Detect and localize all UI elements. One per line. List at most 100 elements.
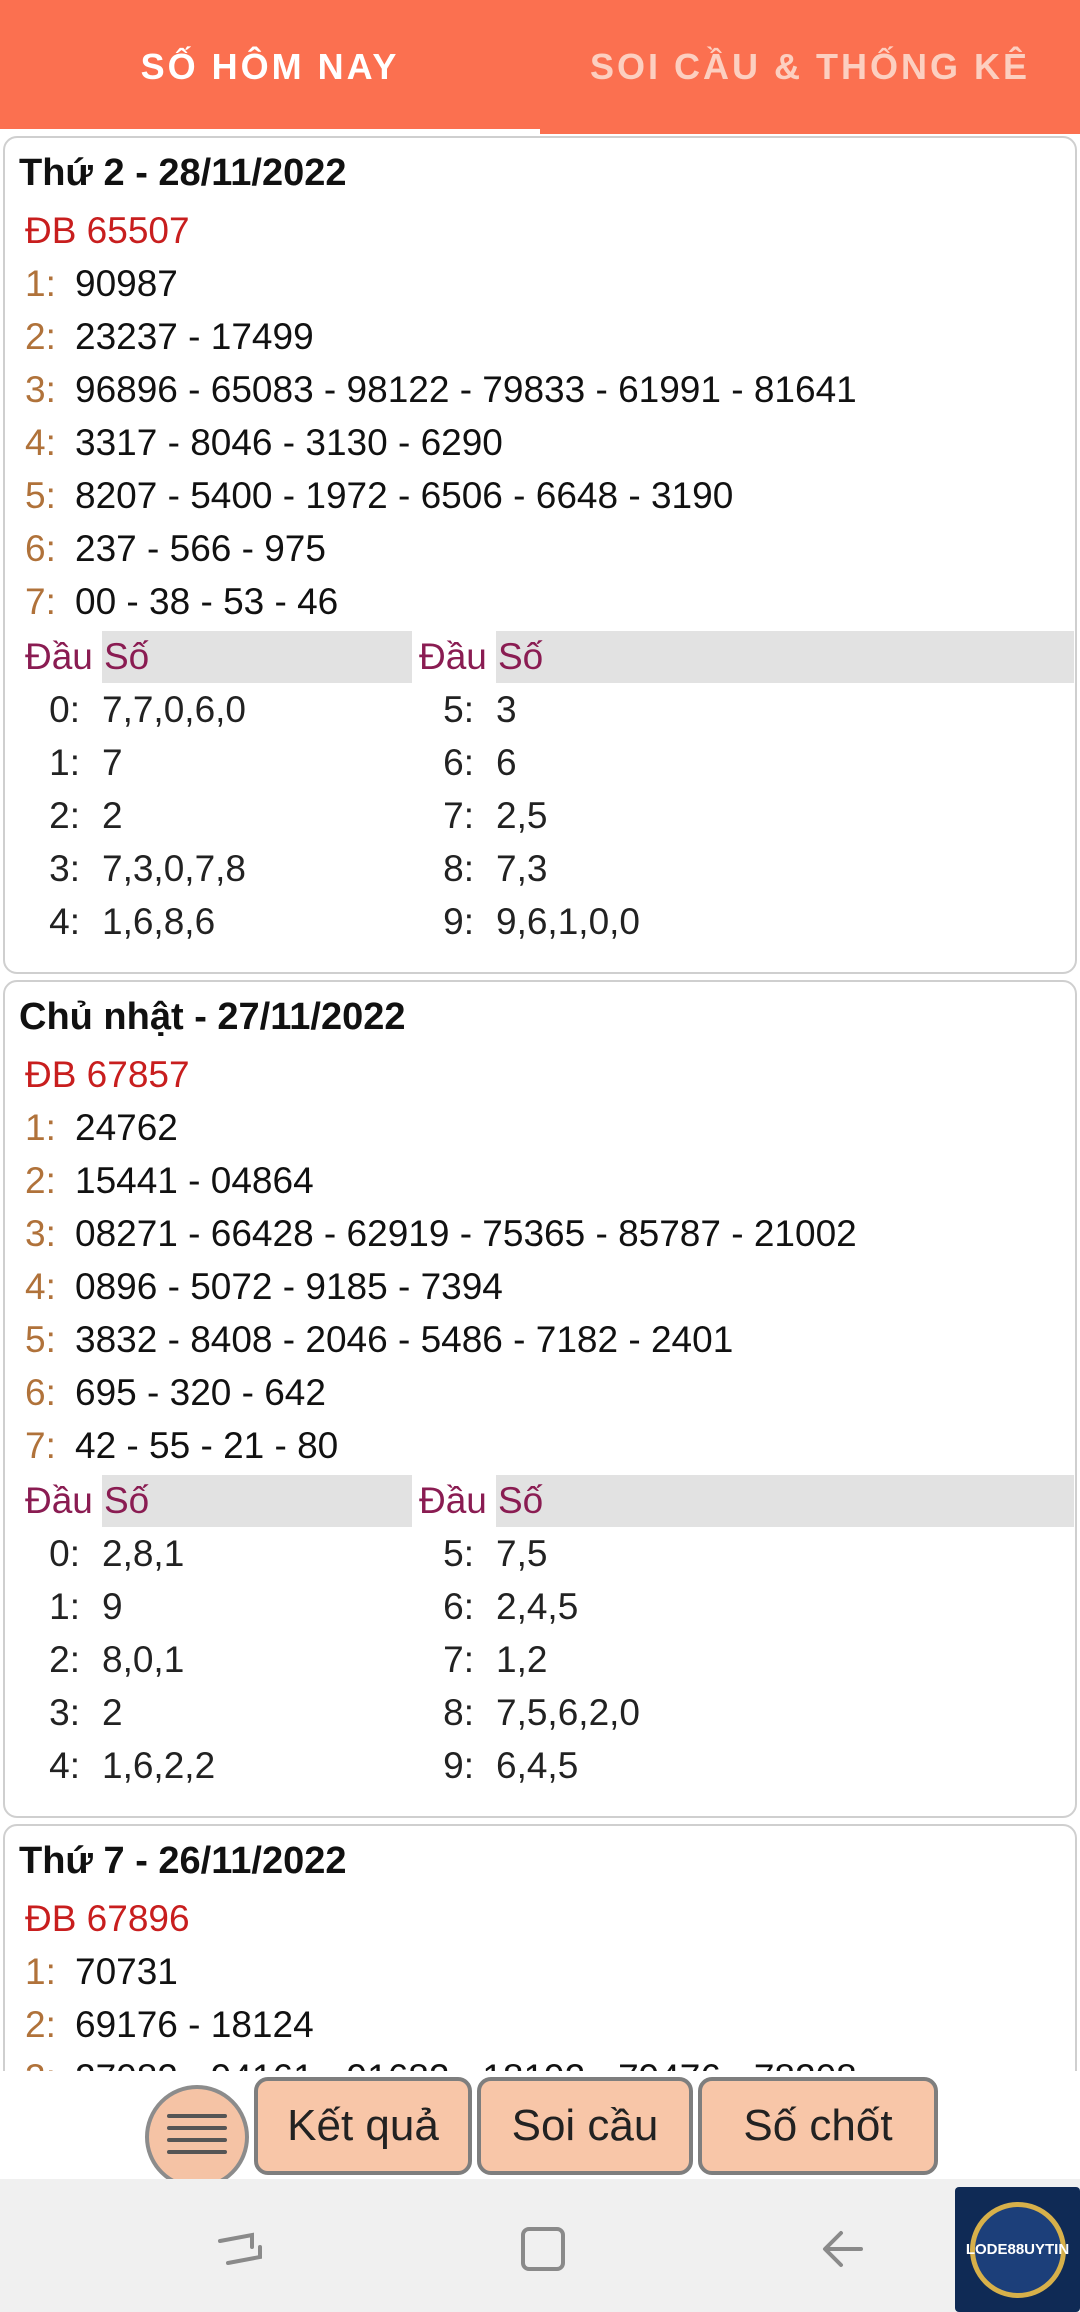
dau-values: 2,4,5 [496,1586,579,1627]
lode88-logo: LODE88UYTIN [955,2187,1080,2312]
prize-row: 6: 695 - 320 - 642 [25,1367,326,1419]
special-prize: ĐB 65507 [25,210,190,251]
so-header: Số [102,1475,412,1527]
special-prize: ĐB 67896 [25,1898,190,1939]
dau-digit: 6: [443,1586,474,1627]
hamburger-icon [167,2150,227,2154]
hamburger-icon [167,2138,227,2142]
dau-values: 2 [102,795,123,836]
dau-values: 2,8,1 [102,1533,185,1574]
dau-digit: 7: [443,1639,474,1680]
prize-row: 4: 0896 - 5072 - 9185 - 7394 [25,1261,503,1313]
tab-soi-cau-thong-ke[interactable]: SOI CẦU & THỐNG KÊ [540,0,1080,134]
ket-qua-button[interactable]: Kết quả [254,2077,472,2175]
prize-label: 4: [25,1266,56,1307]
prize-row: 7: 42 - 55 - 21 - 80 [25,1420,338,1472]
hamburger-icon [167,2126,227,2130]
dau-header: Đầu [419,1480,487,1521]
prize-value: 0896 - 5072 - 9185 - 7394 [75,1266,503,1307]
so-header: Số [102,631,412,683]
so-chot-button[interactable]: Số chốt [698,2077,938,2175]
home-icon[interactable] [513,2219,573,2279]
card-date-title: Thứ 2 - 28/11/2022 [19,152,347,194]
back-icon[interactable] [815,2219,875,2279]
dau-values: 6 [496,742,517,783]
dau-digit: 9: [443,1745,474,1786]
hamburger-icon [167,2114,227,2118]
dau-digit: 6: [443,742,474,783]
logo-text: LODE88UYTIN [965,2241,1070,2258]
dau-values: 7,5 [496,1533,548,1574]
prize-row: 7: 00 - 38 - 53 - 46 [25,576,338,628]
dau-values: 7 [102,742,123,783]
so-header: Số [496,631,1074,683]
card-date-title: Thứ 7 - 26/11/2022 [19,1840,347,1882]
dau-digit: 5: [443,689,474,730]
card-date-title: Chủ nhật - 27/11/2022 [19,996,406,1038]
prize-value: 24762 [75,1107,178,1148]
prize-value: 15441 - 04864 [75,1160,314,1201]
prize-value: 237 - 566 - 975 [75,528,326,569]
recent-apps-icon[interactable] [210,2219,270,2279]
prize-label: 2: [25,316,56,357]
prize-label: 2: [25,1160,56,1201]
prize-value: 69176 - 18124 [75,2004,314,2045]
special-prize: ĐB 67857 [25,1054,190,1095]
results-list[interactable]: Thứ 2 - 28/11/2022 ĐB 65507 1: 90987 2: 23… [0,134,1080,2071]
prize-label: 2: [25,2004,56,2045]
prize-row: 6: 237 - 566 - 975 [25,523,326,575]
prize-label: 7: [25,581,56,622]
prize-value: 90987 [75,263,178,304]
prize-row: 4: 3317 - 8046 - 3130 - 6290 [25,417,503,469]
dau-digit: 8: [443,1692,474,1733]
dau-header: Đầu [25,1480,93,1521]
prize-label: 1: [25,263,56,304]
dau-digit: 8: [443,848,474,889]
prize-row: 3: 08271 - 66428 - 62919 - 75365 - 85787 … [25,1208,857,1260]
prize-value: 23237 - 17499 [75,316,314,357]
dau-digit: 3: [49,848,80,889]
prize-label: 3: [25,2052,75,2071]
dau-header: Đầu [25,636,93,677]
result-card: Chủ nhật - 27/11/2022 ĐB 67857 1: 24762 2… [3,980,1077,1818]
prize-row: 2: 15441 - 04864 [25,1155,314,1207]
dau-values: 1,2 [496,1639,548,1680]
dau-digit: 9: [443,901,474,942]
result-card: Thứ 2 - 28/11/2022 ĐB 65507 1: 90987 2: 23… [3,136,1077,974]
soi-cau-button[interactable]: Soi cầu [477,2077,693,2175]
dau-digit: 1: [49,1586,80,1627]
top-tab-bar: SỐ HÔM NAY SOI CẦU & THỐNG KÊ [0,0,1080,134]
dau-values: 6,4,5 [496,1745,579,1786]
prize-value: 695 - 320 - 642 [75,1372,326,1413]
prize-value: 3317 - 8046 - 3130 - 6290 [75,422,503,463]
dau-values: 2 [102,1692,123,1733]
dau-values: 1,6,8,6 [102,901,216,942]
dau-values: 7,3,0,7,8 [102,848,247,889]
dau-values: 8,0,1 [102,1639,185,1680]
prize-row: 1: 70731 [25,1946,178,1998]
dau-digit: 4: [49,901,80,942]
dau-values: 9,6,1,0,0 [496,901,641,942]
prize-label: 5: [25,475,56,516]
result-card: Thứ 7 - 26/11/2022 ĐB 67896 1: 70731 2: 69… [3,1824,1077,2071]
dau-digit: 0: [49,1533,80,1574]
prize-label: 3: [25,1213,56,1254]
tab-so-hom-nay[interactable]: SỐ HÔM NAY [0,0,540,134]
prize-row: 2: 69176 - 18124 [25,1999,314,2051]
menu-button[interactable] [145,2085,249,2189]
prize-label: 6: [25,1372,56,1413]
dau-digit: 2: [49,1639,80,1680]
prize-value: 42 - 55 - 21 - 80 [75,1425,339,1466]
prize-row: 3: 96896 - 65083 - 98122 - 79833 - 61991 … [25,364,857,416]
logo-emblem: LODE88UYTIN [966,2201,1069,2298]
dau-values: 9 [102,1586,123,1627]
dau-digit: 7: [443,795,474,836]
dau-digit: 2: [49,795,80,836]
dau-digit: 4: [49,1745,80,1786]
dau-values: 3 [496,689,517,730]
prize-value: 08271 - 66428 - 62919 - 75365 - 85787 - … [75,1213,857,1254]
prize-row: 1: 90987 [25,258,178,310]
prize-row: 1: 24762 [25,1102,178,1154]
prize-label: 1: [25,1107,56,1148]
bottom-action-bar: Kết quả Soi cầu Số chốt [0,2071,1080,2189]
